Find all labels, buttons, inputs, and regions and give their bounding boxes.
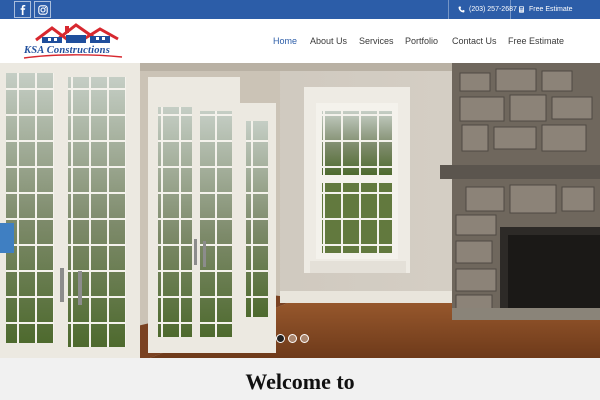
topbar-divider xyxy=(448,0,449,19)
facebook-link[interactable] xyxy=(14,1,31,18)
logo-wordmark: KSA Constructions xyxy=(24,45,110,56)
topbar-free-estimate-link[interactable]: Free Estimate xyxy=(518,0,573,19)
slider-dot-2[interactable] xyxy=(288,334,297,343)
nav-free-estimate[interactable]: Free Estimate xyxy=(508,36,564,46)
slider-dot-1[interactable] xyxy=(276,334,285,343)
nav-services[interactable]: Services xyxy=(359,36,394,46)
instagram-icon xyxy=(37,4,48,15)
topbar-free-estimate-label: Free Estimate xyxy=(529,6,573,13)
slider-dot-3[interactable] xyxy=(300,334,309,343)
phone-icon xyxy=(458,6,465,13)
phone-link[interactable]: (203) 257-2687 xyxy=(458,0,517,19)
welcome-section: Welcome to xyxy=(0,358,600,400)
calculator-icon xyxy=(519,6,524,13)
site-logo[interactable]: KSA Constructions xyxy=(22,22,124,60)
welcome-heading: Welcome to xyxy=(245,369,355,394)
nav-home[interactable]: Home xyxy=(273,36,297,46)
nav-about-us[interactable]: About Us xyxy=(310,36,347,46)
instagram-link[interactable] xyxy=(34,1,51,18)
nav-contact-us[interactable]: Contact Us xyxy=(452,36,497,46)
hero-slider[interactable] xyxy=(0,63,600,358)
hero-slide-image xyxy=(0,63,600,358)
facebook-icon xyxy=(20,4,25,15)
slider-pagination xyxy=(276,334,309,343)
site-header: KSA Constructions Home About Us Services… xyxy=(0,19,600,63)
nav-portfolio[interactable]: Portfolio xyxy=(405,36,438,46)
topbar-divider xyxy=(510,0,511,19)
top-bar: (203) 257-2687 Free Estimate xyxy=(0,0,600,19)
